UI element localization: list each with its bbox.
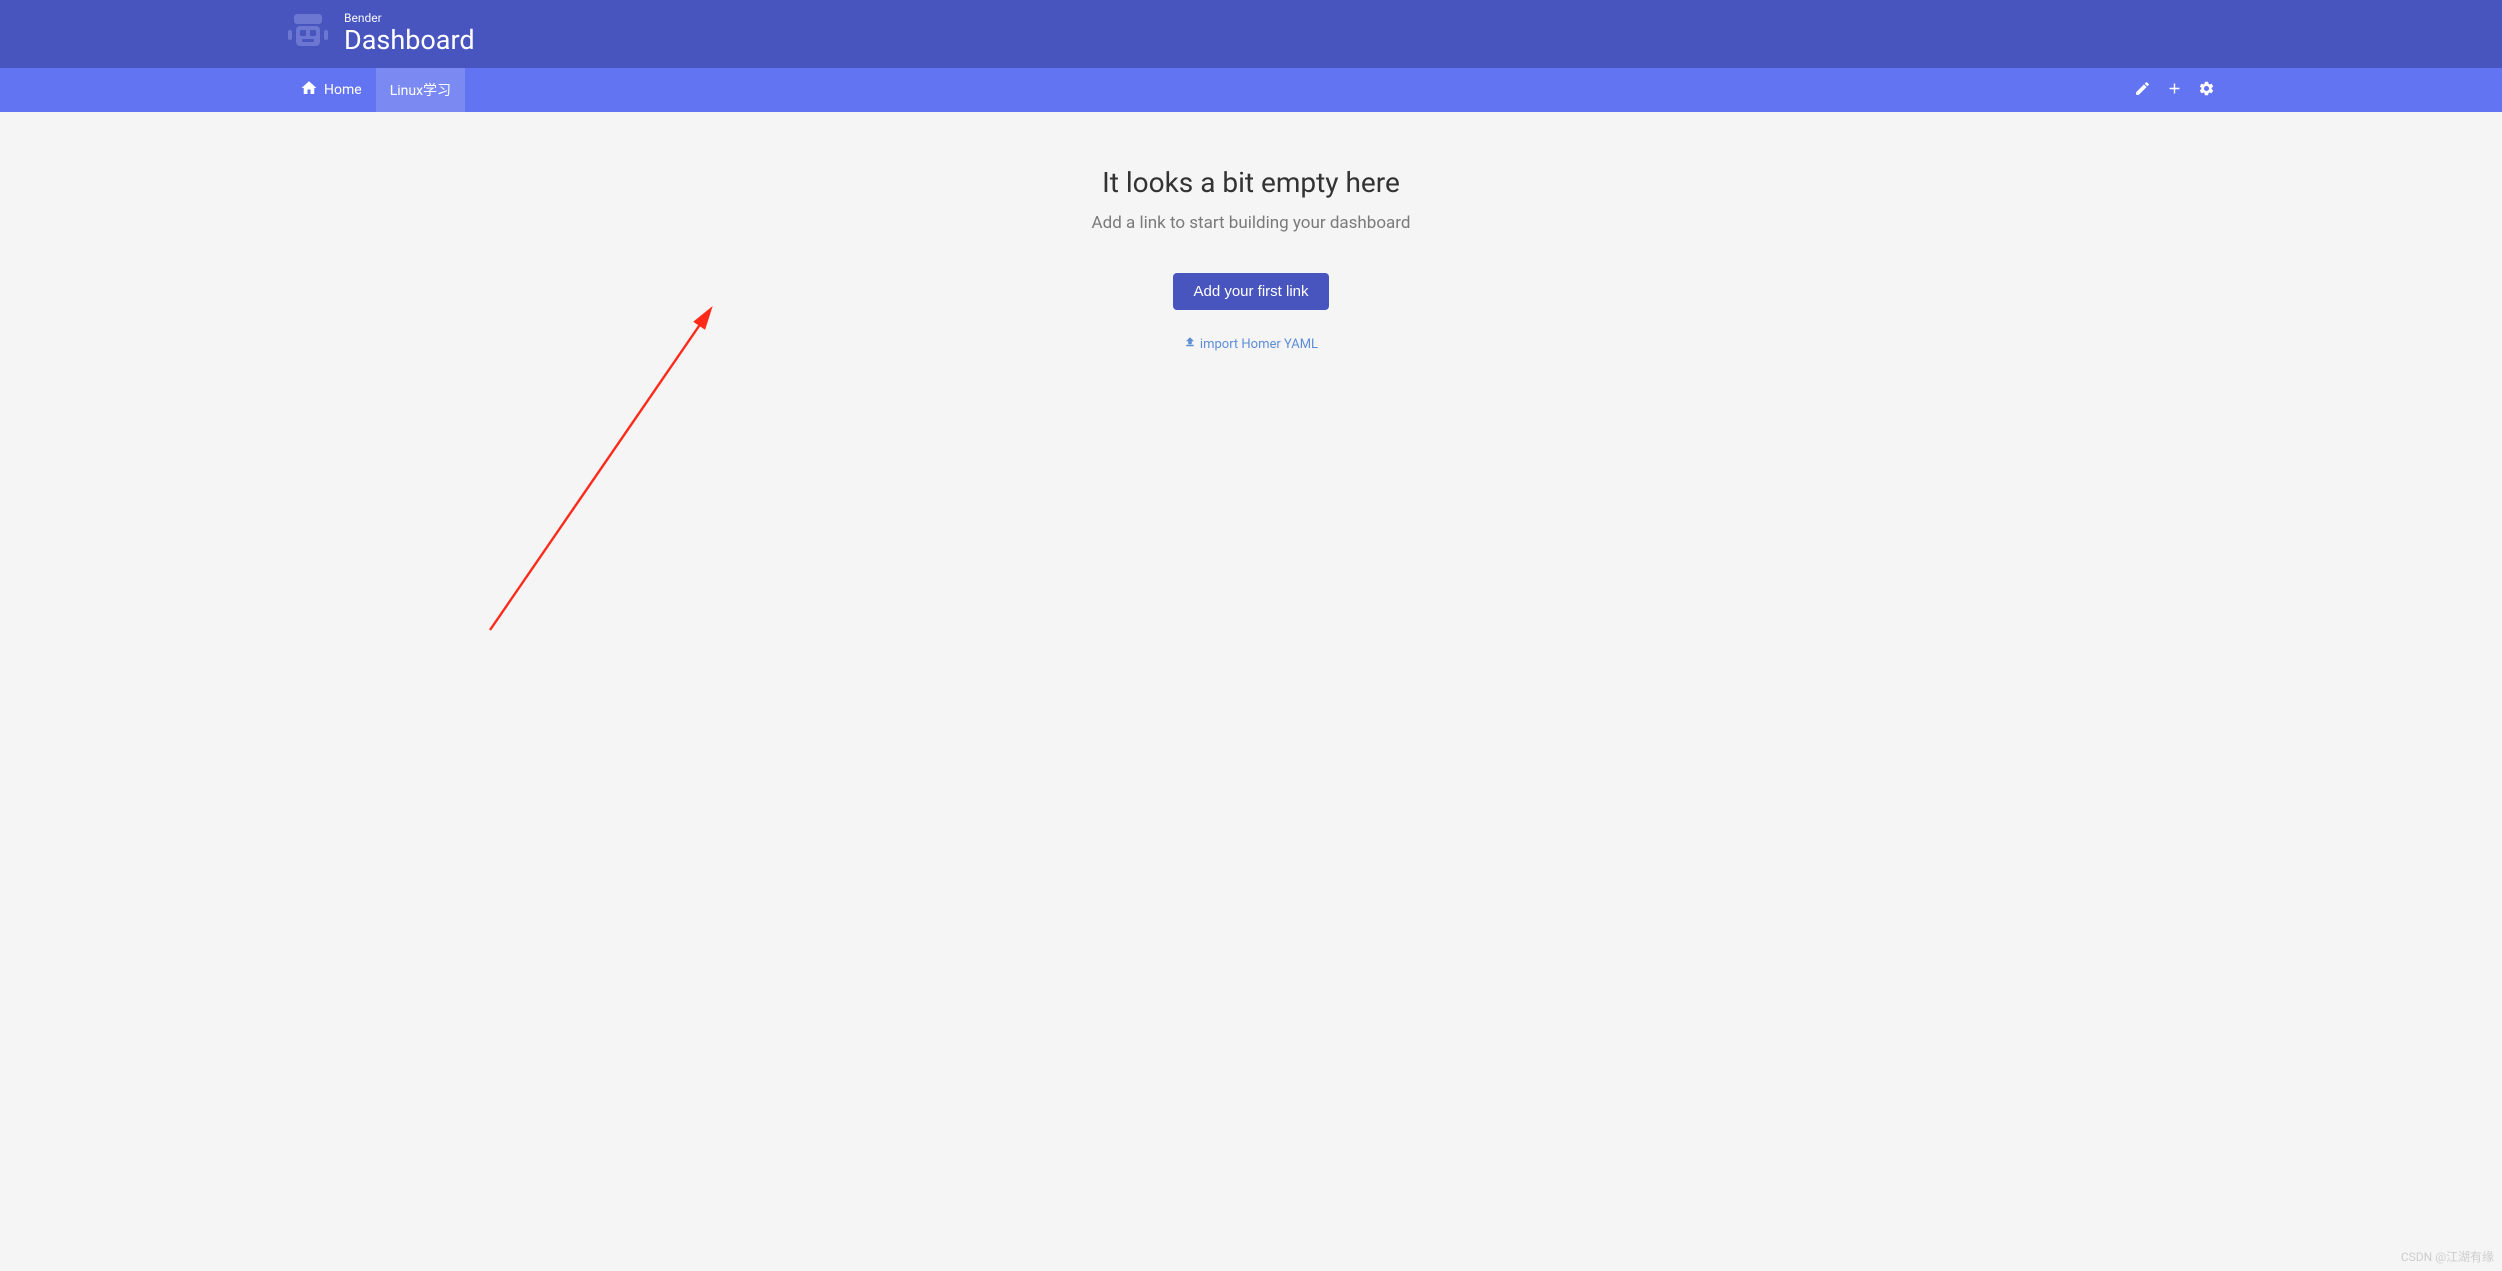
robot-icon [286, 12, 330, 56]
empty-subtitle: Add a link to start building your dashbo… [1092, 213, 1411, 233]
nav-left: Home Linux学习 [286, 68, 465, 112]
plus-icon [2166, 80, 2183, 101]
pencil-icon [2134, 80, 2151, 101]
watermark: CSDN @江湖有缘 [2401, 1248, 2494, 1265]
header-title: Dashboard [344, 26, 475, 56]
header-text: Bender Dashboard [344, 12, 475, 56]
nav-linux-label: Linux学习 [390, 80, 451, 100]
add-first-link-button[interactable]: Add your first link [1173, 273, 1328, 310]
upload-icon [1184, 336, 1198, 352]
app-header: Bender Dashboard [0, 0, 2502, 68]
nav-right [2132, 68, 2216, 112]
settings-button[interactable] [2196, 80, 2216, 100]
add-button[interactable] [2164, 80, 2184, 100]
header-subtitle: Bender [344, 12, 475, 25]
import-homer-link[interactable]: import Homer YAML [1184, 336, 1318, 352]
nav-home-label: Home [324, 82, 362, 98]
main-content: It looks a bit empty here Add a link to … [0, 112, 2502, 352]
gear-icon [2198, 80, 2215, 101]
home-icon [300, 79, 318, 101]
nav-linux[interactable]: Linux学习 [376, 68, 465, 112]
import-homer-label: import Homer YAML [1200, 337, 1318, 352]
logo-wrap: Bender Dashboard [286, 12, 475, 56]
navbar: Home Linux学习 [0, 68, 2502, 112]
edit-button[interactable] [2132, 80, 2152, 100]
empty-title: It looks a bit empty here [1102, 166, 1400, 199]
nav-home[interactable]: Home [286, 68, 376, 112]
